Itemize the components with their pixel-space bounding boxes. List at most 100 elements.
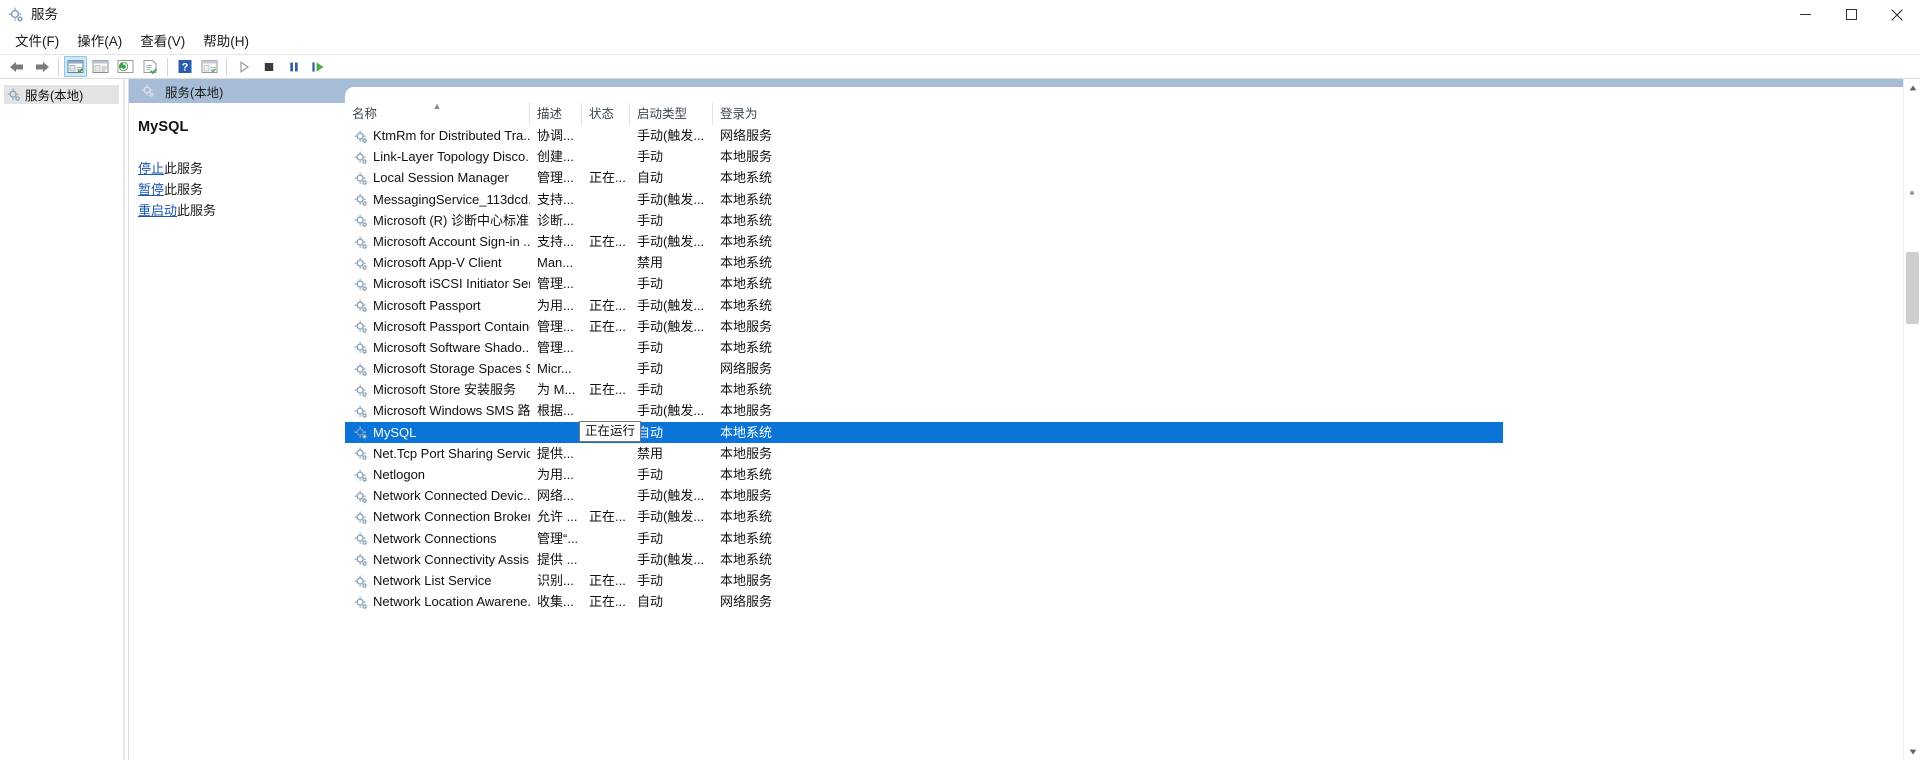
restart-service-link[interactable]: 重启动此服务 xyxy=(138,200,345,221)
table-row[interactable]: Microsoft Account Sign-in ... 支持... 正在... 手… xyxy=(345,231,1920,252)
cell-service-name: MessagingService_113dcd... xyxy=(345,189,530,210)
cell-description xyxy=(530,421,582,443)
table-row[interactable]: Microsoft Passport 为用... 正在... 手动(触发... 本地系统 xyxy=(345,295,1920,316)
export-list-icon[interactable] xyxy=(139,56,162,77)
menu-view[interactable]: 查看(V) xyxy=(131,31,194,54)
help-icon[interactable]: ? xyxy=(173,56,196,77)
table-row[interactable]: Network List Service 识别... 正在... 手动 本地服务 xyxy=(345,570,1920,591)
table-row[interactable]: Microsoft (R) 诊断中心标准... 诊断... 手动 本地系统 xyxy=(345,210,1920,231)
cell-startup-type: 禁用 xyxy=(637,255,664,271)
column-header-status[interactable]: 状态 xyxy=(582,103,630,125)
cell-description: 收集... xyxy=(537,594,574,610)
cell-log-on-as: 本地系统 xyxy=(720,297,773,313)
cell-description: 识别... xyxy=(537,572,574,588)
table-row[interactable]: Network Connectivity Assis... 提供 ... 手动(触发… xyxy=(345,549,1920,570)
window-title: 服务 xyxy=(31,6,58,22)
cell-status xyxy=(582,443,630,464)
services-gear-icon xyxy=(354,531,368,545)
close-button[interactable] xyxy=(1874,0,1920,30)
table-row[interactable]: Microsoft Passport Container 管理... 正在... 手动… xyxy=(345,316,1920,337)
toolbar-separator xyxy=(167,57,168,76)
table-row[interactable]: Network Connection Broker 允许 ... 正在... 手动(触… xyxy=(345,506,1920,527)
cell-log-on-as: 本地系统 xyxy=(720,551,773,567)
column-header-log-on-as[interactable]: 登录为 xyxy=(713,103,1503,125)
restart-service-link-text[interactable]: 重启动 xyxy=(138,203,177,218)
services-gear-icon xyxy=(354,362,368,376)
svg-text:?: ? xyxy=(181,62,188,74)
stop-service-link-text[interactable]: 停止 xyxy=(138,161,164,176)
table-row[interactable]: Network Connected Devic... 网络... 手动(触发... 本… xyxy=(345,485,1920,506)
cell-status xyxy=(582,337,630,358)
scrollbar-thumb[interactable] xyxy=(1906,252,1919,324)
service-name-text: Network Location Awarene... xyxy=(373,594,530,610)
pause-service-icon[interactable] xyxy=(282,56,305,77)
maximize-button[interactable] xyxy=(1828,0,1874,30)
menu-help[interactable]: 帮助(H) xyxy=(194,31,258,54)
details-view-icon[interactable] xyxy=(198,56,221,77)
cell-status xyxy=(582,528,630,549)
cell-startup-type: 手动(触发... xyxy=(637,297,705,313)
stop-service-link[interactable]: 停止此服务 xyxy=(138,158,345,179)
cell-description: 允许 ... xyxy=(537,509,578,525)
cell-service-name: Network Connectivity Assis... xyxy=(345,549,530,570)
service-details-pane: 服务(本地) MySQL 停止此服务 暂停此服务 重启动此服务 xyxy=(129,79,345,760)
table-row[interactable]: Network Connections 管理“... 手动 本地系统 xyxy=(345,528,1920,549)
cell-description: 为 M... xyxy=(537,382,576,398)
table-row[interactable]: MessagingService_113dcd... 支持... 手动(触发... 本… xyxy=(345,189,1920,210)
services-gear-icon xyxy=(354,446,368,461)
table-row[interactable]: Link-Layer Topology Disco... 创建... 手动 本地服务 xyxy=(345,146,1920,167)
minimize-button[interactable] xyxy=(1782,0,1828,30)
back-icon[interactable] xyxy=(5,56,28,77)
service-name-text: Microsoft Account Sign-in ... xyxy=(373,233,530,249)
cell-service-name: Microsoft Passport xyxy=(345,295,530,316)
service-name-text: Microsoft Passport Container xyxy=(373,318,530,334)
table-row[interactable]: Netlogon 为用... 手动 本地系统 xyxy=(345,464,1920,485)
table-row[interactable]: Microsoft App-V Client Man... 禁用 本地系统 xyxy=(345,252,1920,273)
scroll-up-arrow-icon[interactable] xyxy=(1904,79,1920,96)
table-row[interactable]: Network Location Awarene... 收集... 正在... 自动 网… xyxy=(345,591,1920,612)
service-name-text: Network Connection Broker xyxy=(373,509,530,525)
table-row[interactable]: Microsoft Store 安装服务 为 M... 正在... 手动 本地系统 xyxy=(345,379,1920,400)
services-gear-icon xyxy=(354,171,368,185)
column-header-startup-type[interactable]: 启动类型 xyxy=(630,103,713,125)
sidebar-item-services-local[interactable]: 服务(本地) xyxy=(4,85,119,104)
list-column-headers: ▲ 名称 描述 状态 启动类型 登录为 xyxy=(345,103,1920,125)
cell-description: 管理... xyxy=(537,339,574,355)
table-row[interactable]: KtmRm for Distributed Tra... 协调... 手动(触发..… xyxy=(345,125,1920,146)
menu-action[interactable]: 操作(A) xyxy=(68,31,131,54)
cell-status xyxy=(582,210,630,231)
vertical-scrollbar[interactable] xyxy=(1903,79,1920,760)
properties-icon[interactable] xyxy=(89,56,112,77)
cell-status xyxy=(582,358,630,379)
forward-icon[interactable] xyxy=(30,56,53,77)
table-row[interactable]: Microsoft Software Shado... 管理... 手动 本地系统 xyxy=(345,337,1920,358)
show-hide-tree-icon[interactable] xyxy=(64,56,87,77)
column-header-description[interactable]: 描述 xyxy=(530,103,582,125)
services-gear-icon xyxy=(354,150,368,164)
refresh-icon[interactable] xyxy=(114,56,137,77)
pause-service-link-text[interactable]: 暂停 xyxy=(138,182,164,197)
cell-log-on-as: 本地服务 xyxy=(720,318,773,334)
start-service-icon[interactable] xyxy=(232,56,255,77)
cell-startup-type: 自动 xyxy=(630,421,713,443)
services-table-body: KtmRm for Distributed Tra... 协调... 手动(触发..… xyxy=(345,125,1920,760)
service-name-text: Link-Layer Topology Disco... xyxy=(373,149,530,165)
column-header-name[interactable]: ▲ 名称 xyxy=(345,103,530,125)
table-row[interactable]: Microsoft Windows SMS 路... 根据... 手动(触发... 本… xyxy=(345,400,1920,421)
sort-ascending-icon: ▲ xyxy=(432,103,442,111)
stop-service-icon[interactable] xyxy=(257,56,280,77)
cell-log-on-as: 本地服务 xyxy=(720,149,773,165)
pause-service-link[interactable]: 暂停此服务 xyxy=(138,179,345,200)
table-row[interactable]: Net.Tcp Port Sharing Service 提供... 禁用 本地服务 xyxy=(345,443,1920,464)
table-row[interactable]: Local Session Manager 管理... 正在... 自动 本地系统 xyxy=(345,167,1920,188)
scroll-down-arrow-icon[interactable] xyxy=(1904,743,1920,760)
cell-description: 创建... xyxy=(537,149,574,165)
service-name-text: MySQL xyxy=(373,424,417,440)
table-row[interactable]: Microsoft Storage Spaces S... Micr... 手动 网络… xyxy=(345,358,1920,379)
restart-service-icon[interactable] xyxy=(307,56,330,77)
menu-file[interactable]: 文件(F) xyxy=(6,31,68,54)
table-row[interactable]: Microsoft iSCSI Initiator Ser... 管理... 手动 本… xyxy=(345,273,1920,294)
cell-service-name: Local Session Manager xyxy=(345,167,530,188)
cell-log-on-as: 本地系统 xyxy=(720,509,773,525)
cell-status: 正在... xyxy=(589,509,626,525)
